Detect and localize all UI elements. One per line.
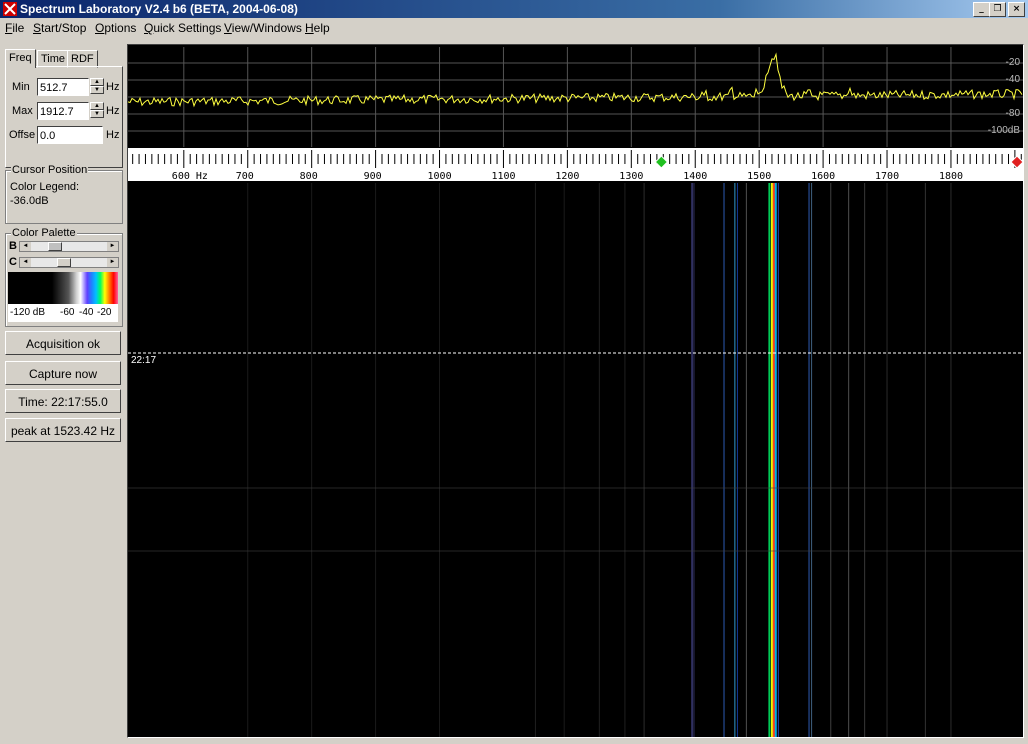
color-legend-label: Color Legend: — [10, 181, 80, 193]
scale-label: 1300 — [619, 171, 643, 182]
max-label: Max — [12, 105, 33, 117]
app-icon — [3, 2, 17, 16]
spectrum-canvas: -20 -40 -80 -100dB 600 Hz 700 800 900 1000 1100 1… — [128, 47, 1023, 737]
time-marker-label: 22:17 — [131, 355, 156, 366]
palette-scale: -120 dB -60 -40 -20 — [8, 304, 118, 322]
color-legend-value: -36.0dB — [10, 195, 49, 207]
palette-scale-label: -60 — [60, 307, 75, 318]
scale-label: 700 — [236, 171, 254, 182]
contrast-label: C — [9, 256, 17, 268]
menu-help[interactable]: Help — [305, 21, 330, 35]
db-label: -80 — [1006, 108, 1021, 119]
minimize-button[interactable]: _ — [973, 2, 990, 17]
scale-label: 1500 — [747, 171, 771, 182]
menu-start-stop[interactable]: Start/Stop — [33, 21, 86, 35]
menu-options[interactable]: Options — [95, 21, 136, 35]
max-freq-input[interactable]: 1912.7 — [37, 102, 89, 120]
color-palette-title: Color Palette — [11, 227, 77, 239]
contrast-left-arrow[interactable]: ◄ — [20, 258, 31, 267]
capture-now-button[interactable]: Capture now — [5, 361, 121, 385]
db-label: -100dB — [988, 125, 1021, 136]
menu-quick-settings[interactable]: Quick Settings — [144, 21, 221, 35]
freq-tab-panel: Min 512.7 ▲ ▼ Hz Max 1912.7 ▲ ▼ Hz Offse 0… — [5, 66, 123, 168]
brightness-thumb[interactable] — [48, 242, 63, 251]
offset-unit: Hz — [106, 129, 120, 141]
maximize-button[interactable]: ❐ — [989, 2, 1006, 17]
scale-label: 1700 — [875, 171, 899, 182]
contrast-slider[interactable]: ◄ ► — [19, 257, 119, 268]
scale-label: 1100 — [491, 171, 515, 182]
scale-label: 1600 — [811, 171, 835, 182]
scale-label: 900 — [364, 171, 382, 182]
offset-label: Offse — [9, 129, 36, 141]
max-freq-spinner[interactable]: ▲ ▼ — [90, 102, 104, 120]
contrast-thumb[interactable] — [57, 258, 72, 267]
offset-input[interactable]: 0.0 — [37, 126, 103, 144]
min-label: Min — [12, 81, 30, 93]
title-bar: Spectrum Laboratory V2.4 b6 (BETA, 2004-… — [0, 0, 1028, 18]
window-title: Spectrum Laboratory V2.4 b6 (BETA, 2004-… — [20, 2, 298, 16]
color-palette-bar — [8, 272, 118, 304]
palette-scale-label: -20 — [97, 307, 112, 318]
color-palette-group: Color Palette B ◄ ► C ◄ ► -120 dB -60 -4… — [5, 227, 123, 327]
db-label: -40 — [1006, 74, 1021, 85]
peak-button[interactable]: peak at 1523.42 Hz — [5, 418, 121, 442]
brightness-right-arrow[interactable]: ► — [107, 242, 118, 251]
right-edge — [1024, 44, 1028, 744]
brightness-slider[interactable]: ◄ ► — [19, 241, 119, 252]
cursor-position-title: Cursor Position — [11, 164, 89, 176]
scale-label: 600 Hz — [172, 171, 208, 182]
scale-label: 1400 — [683, 171, 707, 182]
spectrum-display[interactable]: -20 -40 -80 -100dB 600 Hz 700 800 900 1000 1100 1… — [127, 44, 1024, 738]
time-button[interactable]: Time: 22:17:55.0 — [5, 389, 121, 413]
control-panel: Freq Time RDF Min 512.7 ▲ ▼ Hz Max 1912.7… — [2, 44, 124, 740]
min-unit: Hz — [106, 81, 120, 93]
brightness-label: B — [9, 240, 17, 252]
scale-label: 1200 — [555, 171, 579, 182]
tab-freq[interactable]: Freq — [5, 49, 36, 68]
menu-file[interactable]: File — [5, 21, 24, 35]
scale-label: 1800 — [939, 171, 963, 182]
palette-scale-label: -120 dB — [10, 307, 46, 318]
acquisition-button[interactable]: Acquisition ok — [5, 331, 121, 355]
scale-label: 1000 — [428, 171, 452, 182]
cursor-position-group: Cursor Position Color Legend: -36.0dB — [5, 164, 123, 224]
max-unit: Hz — [106, 105, 120, 117]
menu-view-windows[interactable]: View/Windows — [224, 21, 302, 35]
brightness-left-arrow[interactable]: ◄ — [20, 242, 31, 251]
palette-scale-label: -40 — [79, 307, 94, 318]
min-freq-spinner[interactable]: ▲ ▼ — [90, 78, 104, 96]
menu-bar: File Start/Stop Options Quick Settings V… — [0, 18, 1028, 38]
close-button[interactable]: × — [1008, 2, 1025, 17]
waterfall — [128, 183, 1023, 737]
min-freq-input[interactable]: 512.7 — [37, 78, 89, 96]
scale-label: 800 — [300, 171, 318, 182]
contrast-right-arrow[interactable]: ► — [107, 258, 118, 267]
db-label: -20 — [1006, 57, 1021, 68]
